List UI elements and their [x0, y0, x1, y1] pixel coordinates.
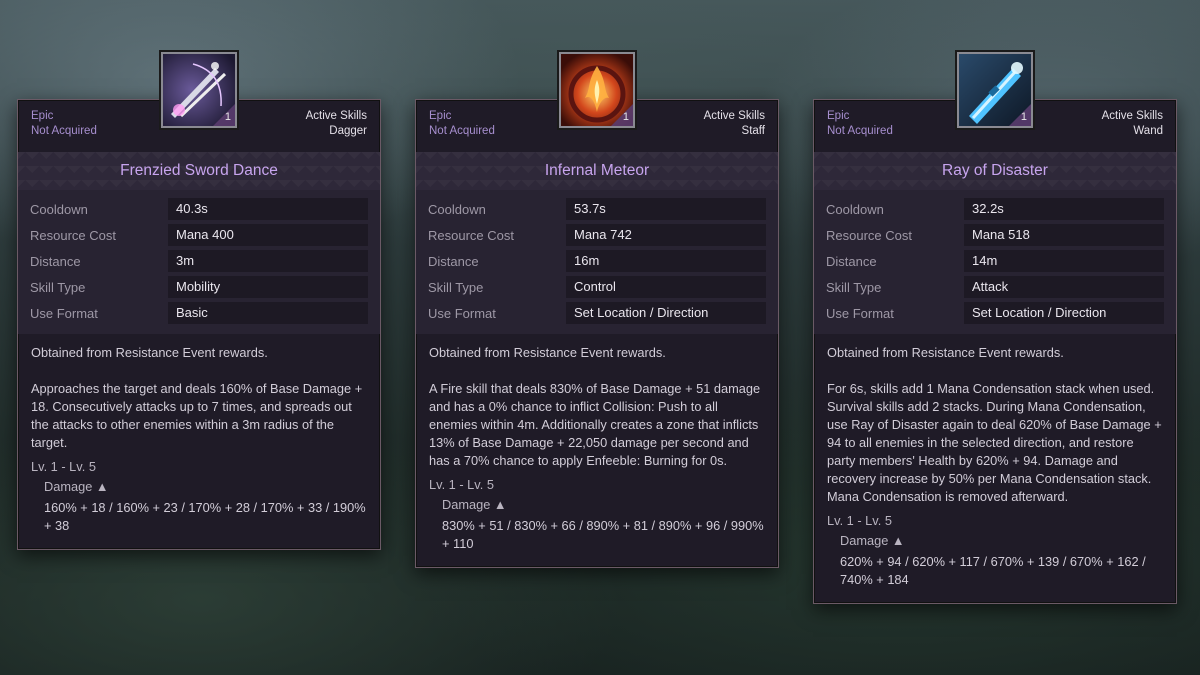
skill-description: For 6s, skills add 1 Mana Condensation s… [827, 381, 1162, 504]
stat-row: Use Format Set Location / Direction [826, 300, 1164, 326]
damage-label: Damage ▲ [442, 497, 507, 512]
damage-label: Damage ▲ [44, 479, 109, 494]
stat-label: Use Format [826, 305, 894, 321]
skill-description: A Fire skill that deals 830% of Base Dam… [429, 381, 761, 468]
status-label: Not Acquired [31, 125, 97, 137]
skill-title: Infernal Meteor [416, 152, 778, 190]
stat-value: Basic [168, 302, 368, 324]
stat-label: Cooldown [826, 201, 884, 217]
stat-label: Use Format [428, 305, 496, 321]
stat-value: Set Location / Direction [566, 302, 766, 324]
stat-label: Skill Type [428, 279, 484, 295]
card-body: Obtained from Resistance Event rewards. … [814, 334, 1176, 603]
stat-row: Skill Type Attack [826, 274, 1164, 300]
obtained-text: Obtained from Resistance Event rewards. [827, 345, 1064, 360]
skill-title: Ray of Disaster [814, 152, 1176, 190]
stat-label: Cooldown [30, 201, 88, 217]
stat-value: Set Location / Direction [964, 302, 1164, 324]
level-range: Lv. 1 - Lv. 5 [827, 513, 892, 528]
stat-value: Control [566, 276, 766, 298]
stats-table: Cooldown 32.2s Resource Cost Mana 518 Dist… [814, 190, 1176, 334]
stat-label: Skill Type [826, 279, 882, 295]
stat-value: 3m [168, 250, 368, 272]
stat-label: Cooldown [428, 201, 486, 217]
skill-card-ray-of-disaster: 1 Epic Not Acquired Active Skills Wand R… [813, 52, 1177, 604]
card-header: Epic Not Acquired Active Skills Dagger [18, 100, 380, 152]
stat-label: Use Format [30, 305, 98, 321]
rarity-label: Epic [31, 110, 54, 122]
weapon-label: Dagger [329, 125, 367, 137]
stat-row: Use Format Set Location / Direction [428, 300, 766, 326]
card-header: Epic Not Acquired Active Skills Wand [814, 100, 1176, 152]
stat-label: Resource Cost [30, 227, 116, 243]
stat-label: Distance [30, 253, 81, 269]
category-label: Active Skills [703, 110, 765, 122]
stat-label: Skill Type [30, 279, 86, 295]
skill-card-frenzied-sword-dance: 1 Epic Not Acquired Active Skills Dagger… [17, 52, 381, 550]
stat-row: Cooldown 40.3s [30, 196, 368, 222]
stat-row: Skill Type Control [428, 274, 766, 300]
card-body: Obtained from Resistance Event rewards. … [416, 334, 778, 567]
category-label: Active Skills [1101, 110, 1163, 122]
card-body: Obtained from Resistance Event rewards. … [18, 334, 380, 549]
stat-value: Mobility [168, 276, 368, 298]
stat-row: Use Format Basic [30, 300, 368, 326]
stat-value: Mana 518 [964, 224, 1164, 246]
skill-description: Approaches the target and deals 160% of … [31, 381, 363, 450]
stat-row: Resource Cost Mana 518 [826, 222, 1164, 248]
card-header: Epic Not Acquired Active Skills Staff [416, 100, 778, 152]
stat-label: Resource Cost [826, 227, 912, 243]
skill-title: Frenzied Sword Dance [18, 152, 380, 190]
level-range: Lv. 1 - Lv. 5 [429, 477, 494, 492]
stat-value: 14m [964, 250, 1164, 272]
stat-row: Distance 16m [428, 248, 766, 274]
stat-row: Resource Cost Mana 400 [30, 222, 368, 248]
stat-value: Mana 400 [168, 224, 368, 246]
damage-values: 620% + 94 / 620% + 117 / 670% + 139 / 67… [840, 554, 1146, 587]
obtained-text: Obtained from Resistance Event rewards. [31, 345, 268, 360]
stat-row: Resource Cost Mana 742 [428, 222, 766, 248]
stat-row: Cooldown 53.7s [428, 196, 766, 222]
stat-value: 40.3s [168, 198, 368, 220]
category-label: Active Skills [305, 110, 367, 122]
rarity-label: Epic [429, 110, 452, 122]
status-label: Not Acquired [827, 125, 893, 137]
stat-value: Attack [964, 276, 1164, 298]
stat-label: Resource Cost [428, 227, 514, 243]
rarity-label: Epic [827, 110, 850, 122]
stat-row: Skill Type Mobility [30, 274, 368, 300]
damage-values: 830% + 51 / 830% + 66 / 890% + 81 / 890%… [442, 518, 764, 551]
stat-value: 53.7s [566, 198, 766, 220]
skill-card-infernal-meteor: 1 Epic Not Acquired Active Skills Staff … [415, 52, 779, 568]
stat-label: Distance [428, 253, 479, 269]
weapon-label: Staff [741, 125, 765, 137]
stat-label: Distance [826, 253, 877, 269]
stat-value: 16m [566, 250, 766, 272]
stat-row: Distance 14m [826, 248, 1164, 274]
stat-value: 32.2s [964, 198, 1164, 220]
stats-table: Cooldown 40.3s Resource Cost Mana 400 Dist… [18, 190, 380, 334]
damage-values: 160% + 18 / 160% + 23 / 170% + 28 / 170%… [44, 500, 366, 533]
damage-label: Damage ▲ [840, 533, 905, 548]
stat-row: Cooldown 32.2s [826, 196, 1164, 222]
level-range: Lv. 1 - Lv. 5 [31, 459, 96, 474]
status-label: Not Acquired [429, 125, 495, 137]
stat-value: Mana 742 [566, 224, 766, 246]
stat-row: Distance 3m [30, 248, 368, 274]
weapon-label: Wand [1133, 125, 1163, 137]
obtained-text: Obtained from Resistance Event rewards. [429, 345, 666, 360]
stats-table: Cooldown 53.7s Resource Cost Mana 742 Dist… [416, 190, 778, 334]
